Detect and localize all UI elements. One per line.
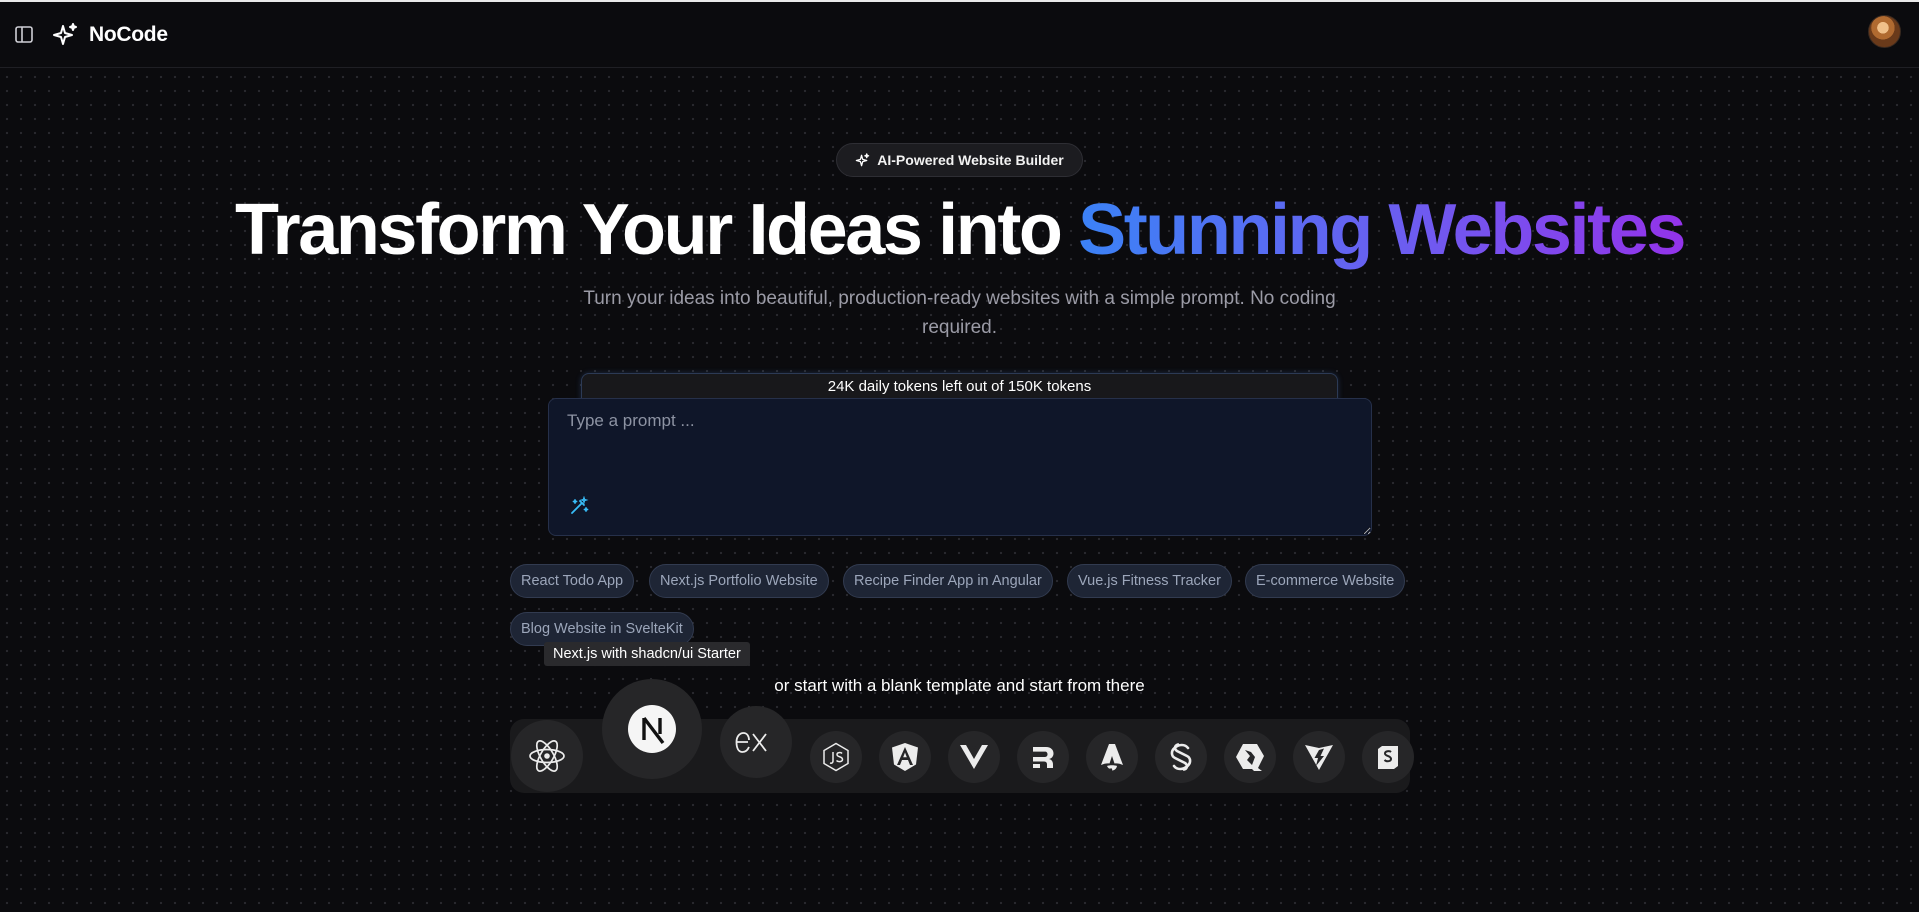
svelte-icon[interactable] <box>1155 731 1207 783</box>
suggestion-chip[interactable]: Blog Website in SvelteKit <box>510 612 694 646</box>
hero-subtitle: Turn your ideas into beautiful, producti… <box>583 288 1336 338</box>
badge-label: AI-Powered Website Builder <box>877 152 1064 168</box>
suggestion-chip[interactable]: Vue.js Fitness Tracker <box>1067 564 1232 598</box>
ai-badge: AI-Powered Website Builder <box>836 143 1083 177</box>
remix-icon[interactable] <box>1017 731 1069 783</box>
prompt-input[interactable] <box>549 399 1371 535</box>
prompt-container <box>548 398 1372 536</box>
template-dock <box>510 679 1414 793</box>
vue-icon[interactable] <box>948 731 1000 783</box>
blank-template-text: or start with a blank template and start… <box>774 676 1145 695</box>
hero-title-main: Transform Your Ideas into <box>234 190 1079 270</box>
angular-icon[interactable] <box>879 731 931 783</box>
suggestion-chip[interactable]: React Todo App <box>510 564 635 598</box>
template-tooltip: Next.js with shadcn/ui Starter <box>544 642 750 666</box>
sidebar-toggle-icon[interactable] <box>15 26 33 43</box>
sparkles-icon <box>856 152 870 166</box>
nodejs-icon[interactable] <box>810 731 862 783</box>
vite-icon[interactable] <box>1293 731 1345 783</box>
hero-title-highlight: Stunning Websites <box>1078 190 1686 270</box>
suggestion-chip[interactable]: Recipe Finder App in Angular <box>843 564 1053 598</box>
top-bar: NoCode <box>0 2 1919 68</box>
qwik-icon[interactable] <box>1224 731 1276 783</box>
brand-name[interactable]: NoCode <box>89 23 168 47</box>
shadcn-icon[interactable] <box>1362 731 1414 783</box>
magic-wand-icon[interactable] <box>569 495 589 516</box>
react-icon[interactable] <box>511 720 583 792</box>
hero-title: Transform Your Ideas into Stunning Websi… <box>0 188 1919 272</box>
astro-icon[interactable] <box>1086 731 1138 783</box>
suggestion-chip[interactable]: E-commerce Website <box>1245 564 1406 598</box>
express-icon[interactable] <box>720 706 792 778</box>
sparkles-logo-icon <box>51 21 79 49</box>
user-avatar[interactable] <box>1868 15 1901 48</box>
suggestion-chip[interactable]: Next.js Portfolio Website <box>649 564 829 598</box>
nextjs-icon[interactable] <box>602 679 702 779</box>
